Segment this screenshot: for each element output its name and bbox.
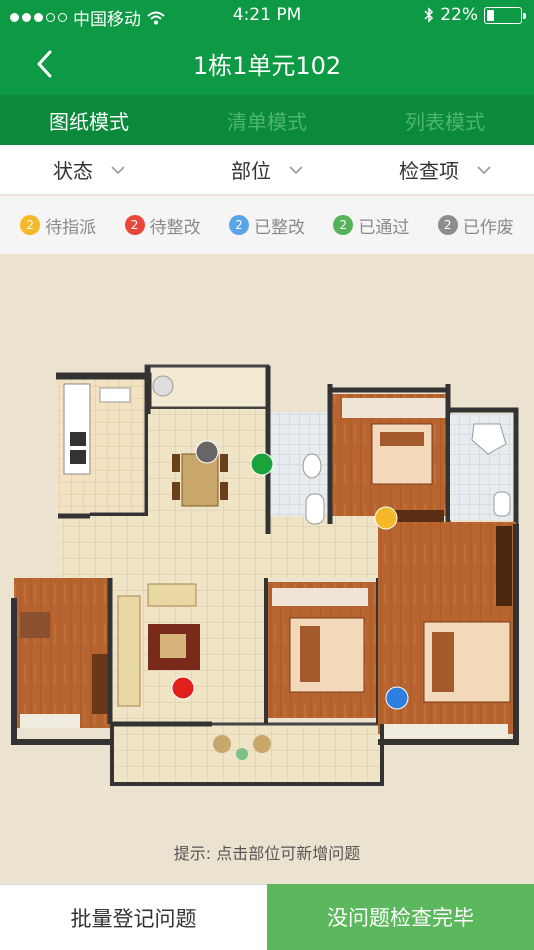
- status-legend: 2 待指派 2 待整改 2 已整改 2 已通过 2 已作废: [0, 196, 534, 254]
- chevron-down-icon: [477, 165, 491, 174]
- tab-checklist-mode[interactable]: 清单模式: [178, 95, 356, 145]
- legend-item-passed: 2 已通过: [333, 213, 409, 238]
- legend-badge: 2: [20, 215, 41, 235]
- bottom-balcony[interactable]: [110, 722, 384, 786]
- page-title: 1栋1单元102: [192, 52, 342, 80]
- legend-label: 已通过: [358, 217, 410, 238]
- battery-percent: 22%: [440, 5, 478, 25]
- status-right: 22%: [424, 5, 526, 25]
- top-bar: 中国移动 4:21 PM 22% 1栋1单元102: [0, 0, 534, 95]
- legend-badge: 2: [333, 215, 354, 235]
- kitchen-area[interactable]: [56, 372, 152, 520]
- legend-badge: 2: [228, 215, 249, 235]
- floor-plan-drawing[interactable]: [0, 254, 534, 834]
- tab-list-mode[interactable]: 列表模式: [356, 95, 534, 145]
- top-balcony[interactable]: [144, 364, 270, 410]
- master-bedroom-top[interactable]: [327, 384, 451, 524]
- filter-bar: 状态 部位 检查项: [0, 145, 534, 195]
- battery-level: [487, 9, 495, 21]
- legend-item-voided: 2 已作废: [437, 213, 514, 238]
- legend-label: 已作废: [462, 217, 514, 238]
- mode-tabs: 图纸模式 清单模式 列表模式: [0, 95, 534, 145]
- filter-inspection-label: 检查项: [399, 159, 459, 183]
- issue-marker-fixed[interactable]: [385, 686, 409, 710]
- legend-label: 已整改: [253, 217, 305, 238]
- issue-marker-voided[interactable]: [195, 440, 219, 464]
- filter-inspection-item[interactable]: 检查项: [356, 145, 534, 194]
- issue-marker-passed[interactable]: [250, 452, 274, 476]
- right-bathroom[interactable]: [450, 407, 519, 524]
- legend-label: 待整改: [149, 217, 201, 238]
- chevron-down-icon: [111, 165, 125, 174]
- chevron-down-icon: [289, 165, 303, 174]
- filter-location-label: 部位: [231, 159, 271, 183]
- legend-badge: 2: [124, 215, 145, 235]
- legend-item-pending-fix: 2 待整改: [124, 213, 201, 238]
- hint-text: 提示: 点击部位可新增问题: [173, 844, 361, 863]
- living-room[interactable]: [112, 578, 214, 728]
- battery-icon: [484, 6, 526, 24]
- floor-plan-area[interactable]: 提示: 点击部位可新增问题: [0, 254, 534, 884]
- filter-status[interactable]: 状态: [0, 145, 178, 194]
- tab-drawing-mode[interactable]: 图纸模式: [0, 95, 178, 145]
- legend-item-fixed: 2 已整改: [228, 213, 305, 238]
- nav-bar: 1栋1单元102: [0, 32, 534, 95]
- batch-register-button[interactable]: 批量登记问题: [0, 884, 267, 950]
- status-bar: 中国移动 4:21 PM 22%: [0, 0, 534, 32]
- bottom-action-bar: 批量登记问题 没问题检查完毕: [0, 884, 534, 950]
- inspection-done-button[interactable]: 没问题检查完毕: [267, 884, 534, 950]
- legend-label: 待指派: [45, 217, 97, 238]
- legend-badge: 2: [437, 215, 458, 235]
- filter-location[interactable]: 部位: [178, 145, 356, 194]
- issue-marker-pending-assign[interactable]: [374, 506, 398, 530]
- left-bedroom[interactable]: [11, 578, 112, 745]
- filter-status-label: 状态: [53, 159, 93, 183]
- legend-item-pending-assign: 2 待指派: [20, 213, 96, 238]
- issue-marker-pending-fix[interactable]: [171, 676, 195, 700]
- top-bathroom[interactable]: [268, 412, 330, 525]
- middle-bedroom[interactable]: [264, 578, 380, 724]
- bluetooth-icon: [424, 7, 434, 23]
